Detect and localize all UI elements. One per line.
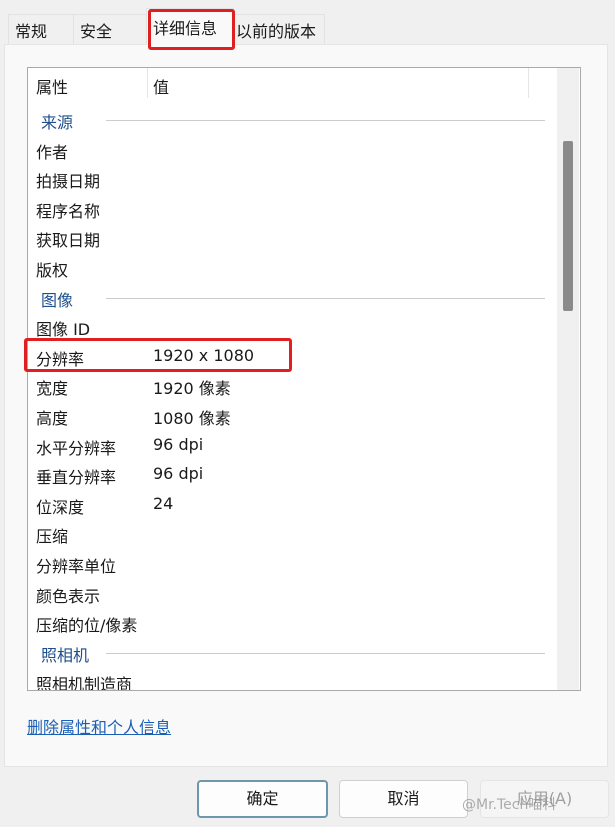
column-header-value[interactable]: 值 — [153, 74, 169, 98]
group-label: 来源 — [41, 113, 74, 132]
list-item[interactable]: 照相机制造商 — [28, 667, 553, 691]
list-header: 属性 值 — [28, 68, 529, 98]
group-divider — [106, 297, 545, 299]
property-value: 96 dpi — [153, 434, 204, 454]
property-name: 作者 — [36, 142, 69, 162]
remove-properties-link[interactable]: 删除属性和个人信息 — [27, 714, 171, 738]
property-name: 压缩 — [36, 527, 69, 547]
row-highlight-box — [24, 338, 292, 372]
property-name: 获取日期 — [36, 231, 101, 251]
property-name: 版权 — [36, 261, 69, 280]
list-item[interactable]: 宽度 1920 像素 — [28, 371, 553, 400]
group-divider — [106, 652, 545, 654]
list-item[interactable]: 版权 — [28, 253, 553, 282]
property-name: 拍摄日期 — [36, 172, 101, 192]
property-value: 1920 像素 — [153, 379, 231, 399]
property-name: 宽度 — [36, 379, 69, 399]
tab-highlight-box — [148, 9, 235, 50]
property-value: 24 — [153, 493, 174, 513]
property-value: 96 dpi — [153, 464, 204, 484]
property-name: 水平分辨率 — [36, 438, 117, 458]
list-item[interactable]: 垂直分辨率 96 dpi — [28, 460, 553, 489]
property-name: 位深度 — [36, 497, 85, 517]
list-item[interactable]: 分辨率单位 — [28, 549, 553, 578]
watermark: @Mr.Tech喵科 — [462, 797, 557, 813]
tab-security[interactable]: 安全 — [73, 14, 147, 45]
group-header: 图像 — [28, 283, 553, 312]
property-name: 程序名称 — [36, 201, 101, 221]
list-item[interactable]: 颜色表示 — [28, 579, 553, 608]
property-name: 垂直分辨率 — [36, 468, 117, 488]
property-name: 压缩的位/像素 — [36, 616, 138, 636]
list-item[interactable]: 图像 ID — [28, 312, 553, 341]
list-item[interactable]: 拍摄日期 — [28, 164, 553, 193]
group-divider — [106, 120, 545, 121]
group-header: 来源 — [28, 105, 553, 134]
group-label: 图像 — [41, 290, 74, 310]
list-item[interactable]: 水平分辨率 96 dpi — [28, 431, 553, 460]
property-name: 照相机制造商 — [36, 675, 133, 691]
list-item[interactable]: 作者 — [28, 135, 553, 164]
group-label: 照相机 — [41, 645, 90, 665]
property-name: 图像 ID — [36, 320, 91, 340]
list-item[interactable]: 位深度 24 — [28, 490, 553, 519]
list-item[interactable]: 高度 1080 像素 — [28, 401, 553, 430]
group-header: 照相机 — [28, 638, 553, 667]
scrollbar-thumb[interactable] — [563, 141, 573, 311]
property-list: 属性 值 来源 作者 拍摄日期 程序名称 获取日期 版权 图像 图像 ID 分辨率 1920 x … — [27, 67, 581, 691]
column-header-property[interactable]: 属性 — [36, 74, 68, 98]
tab-previous-versions[interactable]: 以前的版本 — [231, 14, 325, 45]
property-name: 高度 — [36, 409, 69, 428]
property-name: 颜色表示 — [36, 586, 101, 606]
cancel-button[interactable]: 取消 — [339, 780, 468, 818]
property-name: 分辨率单位 — [36, 557, 117, 576]
ok-button[interactable]: 确定 — [197, 780, 328, 818]
scrollbar[interactable] — [557, 68, 579, 690]
list-item[interactable]: 获取日期 — [28, 223, 553, 252]
list-item[interactable]: 程序名称 — [28, 194, 553, 223]
list-item[interactable]: 压缩的位/像素 — [28, 608, 553, 637]
property-value: 1080 像素 — [153, 409, 231, 428]
list-item[interactable]: 压缩 — [28, 519, 553, 548]
tab-general[interactable]: 常规 — [8, 14, 76, 45]
